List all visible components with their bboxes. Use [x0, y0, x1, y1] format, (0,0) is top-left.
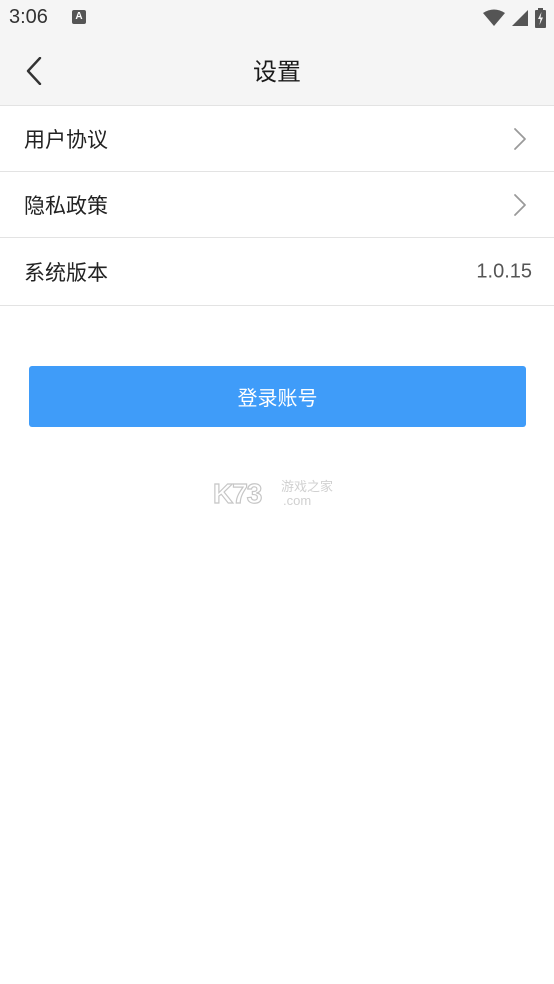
settings-list: 用户协议 隐私政策 系统版本 1.0.15	[0, 106, 554, 306]
settings-item-user-agreement[interactable]: 用户协议	[0, 106, 554, 172]
settings-item-label: 隐私政策	[24, 193, 108, 218]
notification-icon: A	[72, 10, 86, 24]
status-icons	[483, 8, 546, 28]
k73-watermark-logo: K73 游戏之家 .com	[213, 477, 333, 509]
login-button[interactable]: 登录账号	[29, 366, 526, 427]
battery-icon	[535, 8, 546, 28]
version-value: 1.0.15	[476, 260, 532, 282]
navigation-bar: 设置	[0, 38, 554, 106]
chevron-right-icon	[514, 193, 526, 216]
svg-text:K73: K73	[213, 478, 262, 509]
cellular-signal-icon	[512, 10, 528, 26]
settings-item-label: 系统版本	[24, 260, 108, 285]
wifi-icon	[483, 9, 505, 26]
svg-text:.com: .com	[283, 493, 311, 508]
status-bar: 3:06 A	[0, 0, 554, 38]
status-time: 3:06	[9, 6, 48, 28]
chevron-right-icon	[514, 127, 526, 150]
settings-item-label: 用户协议	[24, 127, 108, 152]
settings-item-privacy-policy[interactable]: 隐私政策	[0, 172, 554, 238]
page-title: 设置	[253, 58, 301, 86]
settings-item-system-version: 系统版本 1.0.15	[0, 238, 554, 306]
